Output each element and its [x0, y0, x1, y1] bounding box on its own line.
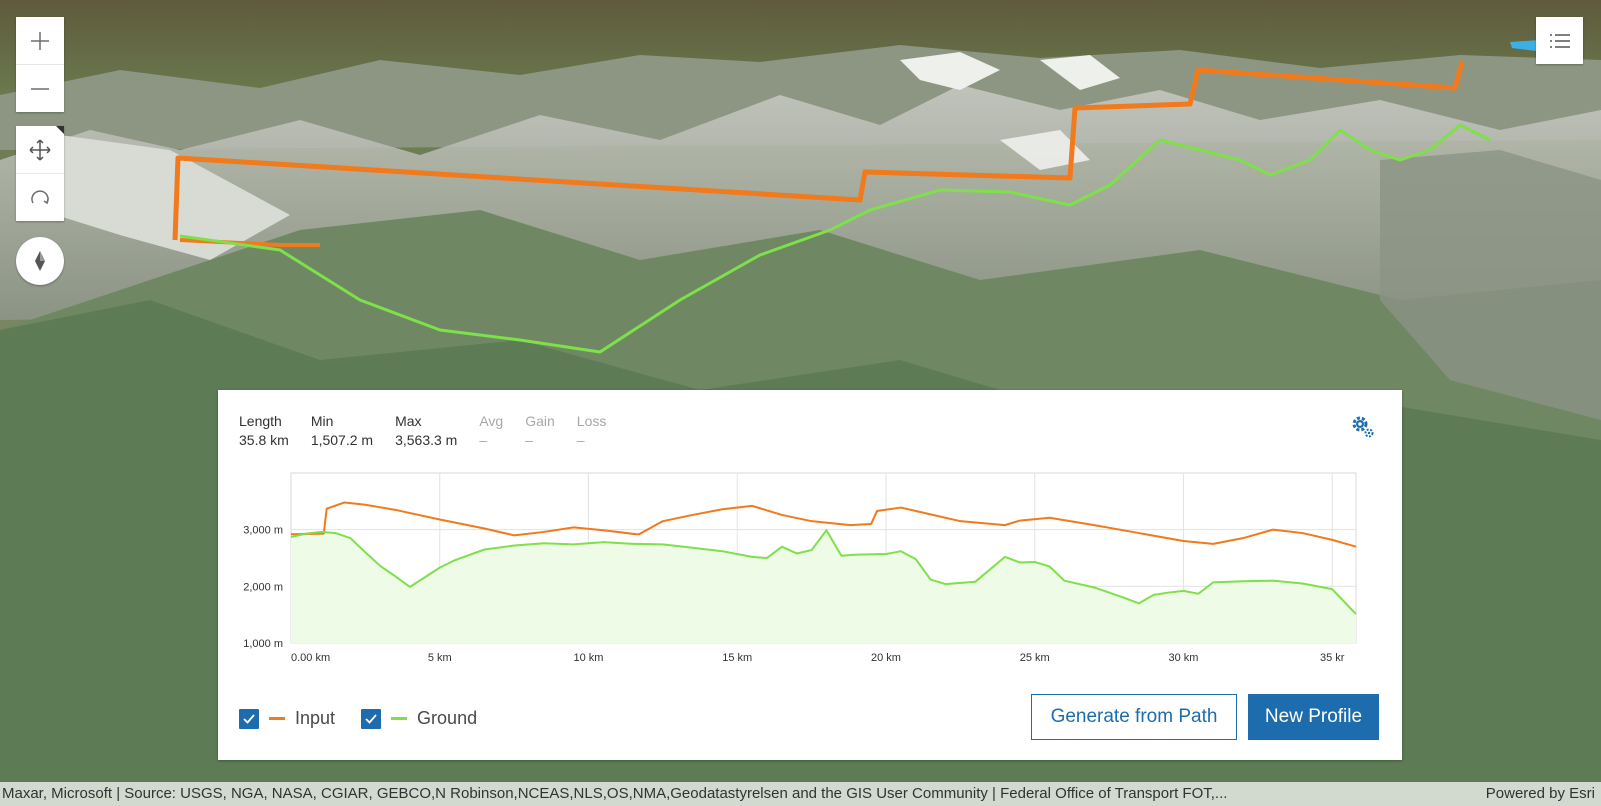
y-tick-label: 1,000 m [243, 638, 283, 650]
input-swatch [269, 717, 285, 720]
compass-button[interactable] [16, 237, 64, 285]
x-tick-label: 20 km [871, 652, 901, 664]
attribution-bar: Maxar, Microsoft | Source: USGS, NGA, NA… [0, 782, 1601, 806]
rotate-icon [31, 189, 49, 204]
y-tick-label: 3,000 m [243, 525, 283, 537]
active-indicator-icon [56, 126, 64, 134]
zoom-controls [16, 17, 64, 112]
powered-by-esri[interactable]: Powered by Esri [1486, 782, 1595, 806]
generate-from-path-button[interactable]: Generate from Path [1031, 694, 1237, 740]
pan-icon [29, 138, 51, 161]
minus-icon [31, 87, 49, 90]
legend-item-ground: Ground [361, 708, 477, 729]
zoom-in-button[interactable] [16, 17, 64, 64]
ground-checkbox[interactable] [361, 708, 382, 729]
x-tick-label: 10 km [574, 652, 604, 664]
x-tick-label: 0.00 km [291, 652, 330, 664]
elevation-profile-panel: Length 35.8 km Min 1,507.2 m Max 3,563.3… [218, 390, 1402, 760]
legend-item-input: Input [239, 708, 335, 729]
compass-icon [35, 251, 45, 271]
x-tick-label: 30 km [1168, 652, 1198, 664]
list-icon [1549, 33, 1570, 48]
checkmark-icon [365, 713, 377, 724]
x-tick-label: 35 kr [1320, 652, 1345, 664]
new-profile-button[interactable]: New Profile [1248, 694, 1379, 740]
y-tick-label: 2,000 m [243, 581, 283, 593]
attribution-text[interactable]: Maxar, Microsoft | Source: USGS, NGA, NA… [2, 782, 1452, 806]
elevation-chart[interactable]: 0.00 km 5 km 10 km 15 km 20 km 25 km 30 km 35 k… [218, 390, 1402, 690]
ground-swatch [391, 717, 408, 720]
legend-label: Ground [417, 708, 478, 728]
legend: Input Ground [239, 708, 503, 729]
x-tick-label: 5 km [428, 652, 452, 664]
pan-button[interactable] [16, 126, 64, 173]
input-checkbox[interactable] [239, 708, 259, 729]
legend-label: Input [295, 708, 336, 728]
checkmark-icon [243, 713, 255, 724]
zoom-out-button[interactable] [16, 64, 64, 112]
x-tick-label: 25 km [1020, 652, 1050, 664]
x-tick-label: 15 km [722, 652, 752, 664]
navigation-toggle [16, 126, 64, 221]
plus-icon [31, 31, 49, 50]
rotate-button[interactable] [16, 173, 64, 221]
layer-list-button[interactable] [1536, 17, 1583, 64]
